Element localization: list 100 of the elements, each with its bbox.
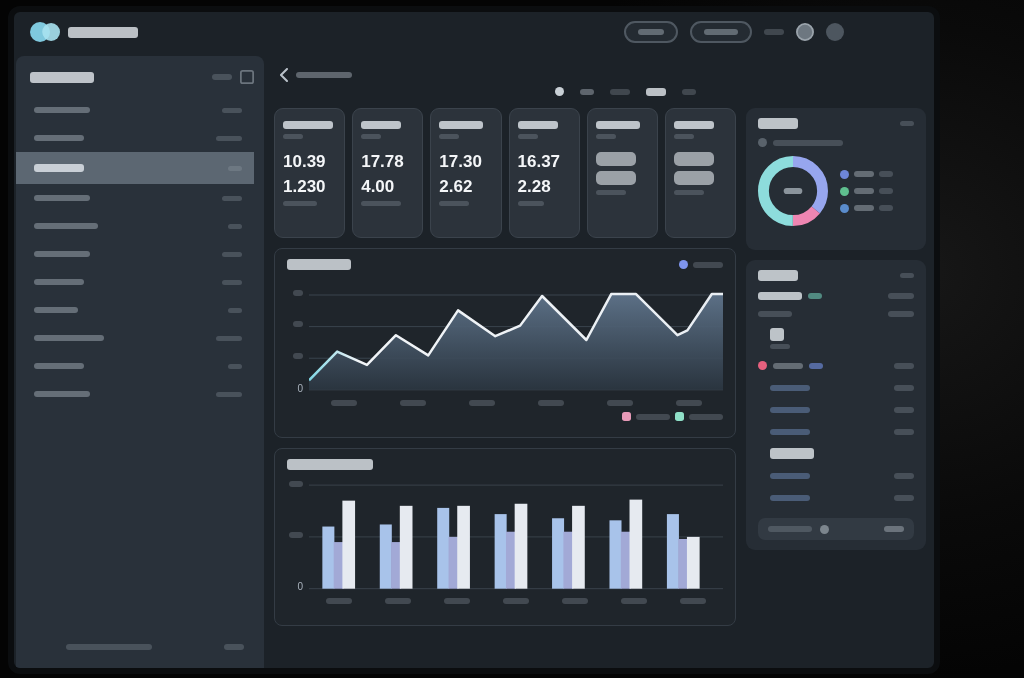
blurred-text [384, 598, 411, 604]
blurred-text [770, 328, 784, 341]
blurred-text [330, 400, 357, 406]
blurred-text [894, 406, 914, 413]
blurred-text [704, 29, 738, 35]
blurred-text [222, 195, 242, 201]
blurred-text [595, 190, 626, 195]
blurred-text [228, 223, 242, 229]
blurred-text [636, 413, 670, 420]
blurred-text [503, 598, 529, 604]
header-button[interactable] [624, 21, 678, 43]
blurred-text [228, 363, 242, 369]
blurred-text [758, 292, 802, 300]
blurred-text [34, 223, 98, 229]
circle-icon[interactable] [796, 23, 814, 41]
blurred-text [884, 526, 904, 532]
blurred-text [675, 400, 702, 406]
blurred-text [894, 362, 914, 369]
stat-value: 17.30 [439, 152, 482, 172]
blurred-text [34, 279, 84, 285]
blurred-text [283, 121, 333, 129]
blurred-text [610, 88, 630, 95]
blurred-text [879, 188, 893, 194]
blurred-text [443, 598, 470, 604]
blurred-text [854, 188, 874, 194]
blurred-text [34, 251, 90, 257]
axis-label: 0 [297, 384, 303, 394]
blurred-text [361, 134, 382, 139]
blurred-text [894, 384, 914, 391]
input-field[interactable] [758, 518, 914, 540]
blurred-text [900, 273, 914, 278]
blurred-text [325, 598, 352, 604]
blurred-text [439, 201, 470, 207]
blurred-text [854, 205, 874, 211]
stat-value: 17.78 [361, 152, 404, 172]
blurred-text [293, 352, 303, 359]
header-button[interactable] [690, 21, 752, 43]
blurred-text [758, 118, 798, 129]
blurred-text [888, 311, 914, 317]
blurred-text [900, 121, 914, 126]
blurred-text [894, 472, 914, 479]
blurred-text [34, 135, 84, 141]
blurred-text [770, 472, 810, 479]
blurred-text [693, 261, 723, 268]
blurred-text [34, 307, 78, 313]
blurred-text [224, 644, 244, 650]
blurred-text [293, 321, 303, 328]
blurred-text [537, 400, 564, 406]
stat-secondary-value: 1.230 [283, 176, 326, 197]
blurred-text [468, 400, 495, 406]
blurred-text [770, 406, 810, 413]
blurred-text [682, 88, 696, 95]
square-icon[interactable] [240, 70, 254, 84]
logo-icon [30, 22, 60, 42]
blurred-text [289, 481, 303, 487]
blurred-text [34, 107, 90, 113]
blurred-text [770, 384, 810, 391]
blurred-text [809, 362, 823, 369]
blurred-text [621, 598, 648, 604]
blurred-text [758, 270, 798, 281]
blurred-text [606, 400, 633, 406]
stat-secondary-value: 2.62 [439, 176, 473, 197]
stat-secondary-value: 4.00 [361, 176, 395, 197]
blurred-text [770, 494, 810, 501]
blurred-text [34, 164, 84, 172]
blurred-text [216, 391, 242, 397]
blurred-text [517, 121, 558, 129]
blurred-text [879, 171, 893, 177]
blurred-text [439, 121, 484, 129]
blurred-text [673, 152, 714, 166]
blurred-text [296, 72, 352, 78]
blurred-text [283, 134, 303, 139]
blurred-text [34, 363, 84, 369]
blurred-text [673, 190, 704, 195]
blurred-text [595, 134, 616, 139]
blurred-text [894, 428, 914, 435]
stat-secondary-value: 2.28 [517, 176, 551, 197]
stat-value: 10.39 [283, 152, 326, 172]
blurred-text [770, 448, 814, 459]
blurred-text [562, 598, 589, 604]
blurred-text [808, 293, 822, 299]
blurred-text [283, 201, 317, 207]
blurred-text [894, 494, 914, 501]
stat-value: 16.37 [517, 152, 561, 172]
blurred-text [361, 201, 402, 207]
blurred-text [34, 335, 104, 341]
blurred-text [68, 26, 138, 38]
circle-icon [820, 524, 829, 534]
blurred-text [34, 391, 90, 397]
blurred-text [216, 135, 242, 141]
chevron-left-icon[interactable] [280, 68, 288, 82]
blurred-text [673, 171, 714, 185]
blurred-text [293, 290, 303, 296]
blurred-text [216, 335, 242, 341]
blurred-text [30, 71, 94, 83]
blurred-text [287, 259, 351, 270]
blurred-text [595, 171, 636, 185]
sidebar-item[interactable] [16, 152, 254, 184]
blurred-text [770, 344, 790, 349]
blurred-text [680, 598, 707, 604]
